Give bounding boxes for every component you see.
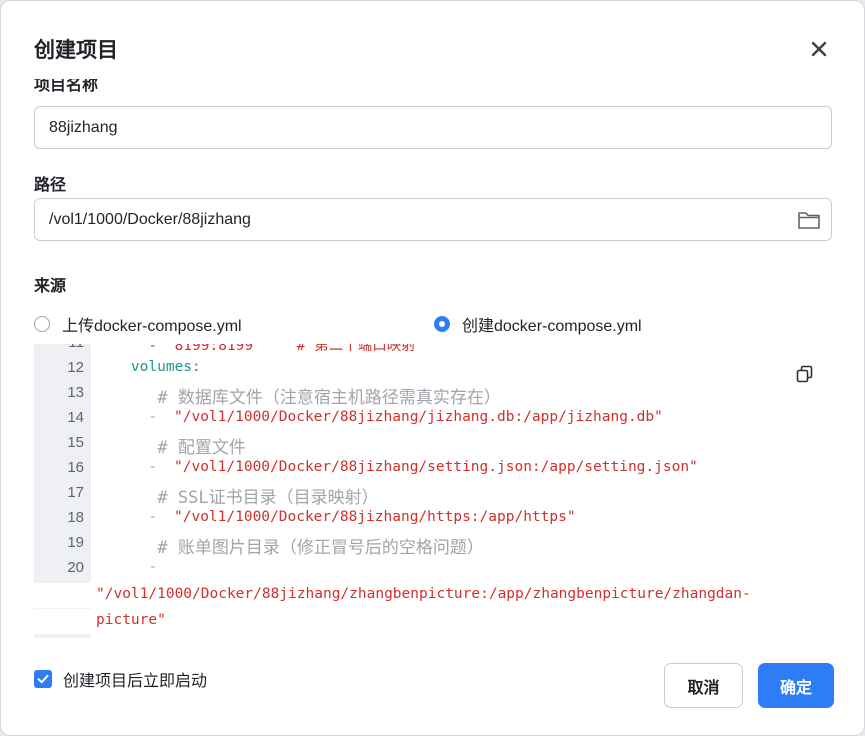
code-string: "/vol1/1000/Docker/88jizhang/zhangbenpic…	[96, 586, 751, 602]
code-comment: # 数据库文件（注意宿主机路径需真实存在）	[96, 388, 501, 408]
project-name-label: 项目名称	[34, 79, 99, 93]
code-line: 14 - "/vol1/1000/Docker/88jizhang/jizhan…	[34, 406, 832, 431]
code-line: 15 # 配置文件	[34, 431, 832, 458]
code-dash: -	[96, 459, 166, 475]
source-label: 来源	[34, 278, 67, 295]
line-number: 19	[67, 534, 84, 551]
line-number: 12	[67, 359, 84, 376]
line-number: 15	[67, 434, 84, 451]
line-number: 16	[67, 459, 84, 476]
code-dash: -	[96, 559, 158, 575]
code-line: 12 volumes:	[34, 356, 832, 381]
confirm-button[interactable]: 确定	[758, 663, 834, 708]
project-name-input[interactable]: 88jizhang	[34, 106, 832, 149]
folder-icon[interactable]	[797, 209, 821, 231]
radio-button-unselected[interactable]	[34, 316, 50, 332]
code-line: 20 -	[34, 556, 832, 581]
code-comment: # 配置文件	[96, 438, 246, 458]
radio-create-label: 创建docker-compose.yml	[462, 318, 642, 335]
code-text: volumes:	[96, 359, 201, 375]
project-name-value: 88jizhang	[49, 118, 118, 136]
checkbox-checked[interactable]	[34, 670, 52, 688]
cancel-button[interactable]: 取消	[664, 663, 743, 708]
radio-button-selected[interactable]	[434, 316, 450, 332]
autostart-label: 创建项目后立即启动	[63, 673, 208, 690]
code-line: 17 # SSL证书目录（目录映射）	[34, 481, 832, 508]
path-label: 路径	[34, 177, 67, 194]
line-number: 13	[67, 384, 84, 401]
compose-editor[interactable]: 11 - "8199:8199" # 第二个端口映射 12 volumes: 1…	[34, 344, 832, 638]
code-line: "/vol1/1000/Docker/88jizhang/zhangbenpic…	[34, 583, 832, 608]
line-number: 17	[67, 484, 84, 501]
code-string: "/vol1/1000/Docker/88jizhang/jizhang.db:…	[174, 409, 663, 425]
line-number: 11	[34, 344, 84, 351]
code-dash: -	[96, 509, 166, 525]
radio-create-compose[interactable]: 创建docker-compose.yml	[434, 312, 642, 336]
line-number: 18	[67, 509, 84, 526]
code-string: "/vol1/1000/Docker/88jizhang/https:/app/…	[174, 509, 576, 525]
path-input[interactable]: /vol1/1000/Docker/88jizhang	[34, 198, 832, 241]
code-dash: -	[96, 409, 166, 425]
code-comment: # SSL证书目录（目录映射）	[96, 488, 379, 508]
code-line: picture"	[34, 609, 832, 634]
dialog-title: 创建项目	[34, 39, 118, 62]
code-text: - "8199:8199" # 第二个端口映射	[96, 344, 416, 354]
code-string: picture"	[96, 612, 166, 628]
path-value: /vol1/1000/Docker/88jizhang	[49, 210, 251, 228]
copy-icon[interactable]	[796, 365, 814, 383]
autostart-checkbox-row[interactable]: 创建项目后立即启动	[34, 667, 207, 691]
code-line: 16 - "/vol1/1000/Docker/88jizhang/settin…	[34, 456, 832, 481]
check-icon	[37, 674, 49, 684]
radio-upload-compose[interactable]: 上传docker-compose.yml	[34, 312, 242, 336]
line-number: 14	[67, 409, 84, 426]
line-number: 20	[67, 559, 84, 576]
code-string: "/vol1/1000/Docker/88jizhang/setting.jso…	[174, 459, 698, 475]
code-line: 11 - "8199:8199" # 第二个端口映射	[34, 344, 832, 355]
code-line: 18 - "/vol1/1000/Docker/88jizhang/https:…	[34, 506, 832, 531]
create-project-dialog: 创建项目 项目名称 88jizhang 路径 /vol1/1000/Docker…	[0, 0, 865, 736]
close-icon[interactable]	[807, 37, 831, 61]
code-comment: # 账单图片目录（修正冒号后的空格问题）	[96, 538, 484, 558]
code-line: 13 # 数据库文件（注意宿主机路径需真实存在）	[34, 381, 832, 408]
radio-upload-label: 上传docker-compose.yml	[62, 318, 242, 335]
code-line: 19 # 账单图片目录（修正冒号后的空格问题）	[34, 531, 832, 558]
